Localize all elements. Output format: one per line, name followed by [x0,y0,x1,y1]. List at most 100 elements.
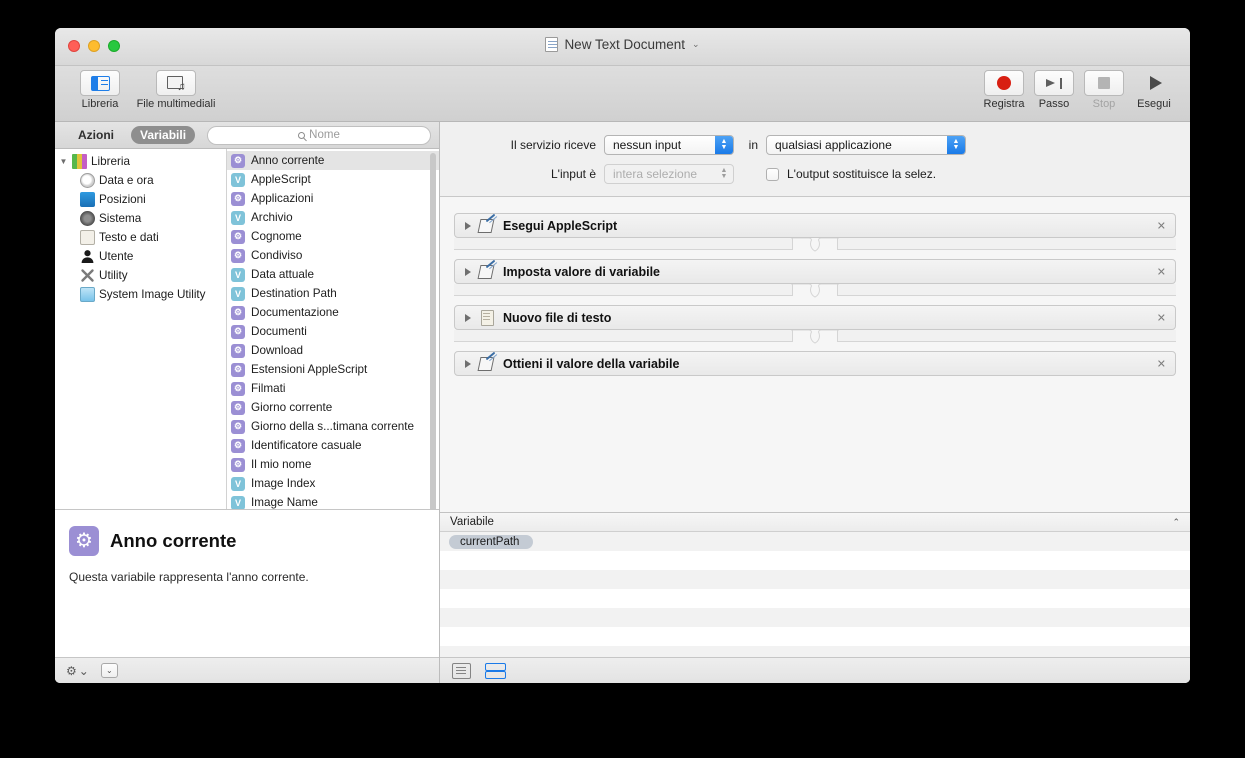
library-tab-bar: Azioni Variabili Nome [55,122,439,149]
close-icon[interactable]: ✕ [1157,311,1166,324]
variable-list-item[interactable]: ⚙ Anno corrente [227,151,439,170]
service-receives-select[interactable]: nessun input ▲ ▼ [604,135,734,155]
media-files-button[interactable] [156,70,196,96]
variable-list-item[interactable]: V Image Index [227,474,439,493]
tree-item-label: Utente [99,250,134,263]
variable-list-item[interactable]: ⚙ Condiviso [227,246,439,265]
disclosure-triangle-icon[interactable] [465,313,471,322]
list-view-icon[interactable] [452,662,471,679]
tab-azioni[interactable]: Azioni [69,126,123,144]
stop-button[interactable] [1084,70,1124,96]
variable-list-item[interactable]: V Image Name [227,493,439,509]
variables-list[interactable]: ⚙ Anno corrente V AppleScript ⚙ Applicazioni V… [227,149,439,509]
variables-panel-rows[interactable]: currentPath [440,532,1190,657]
variable-list-item[interactable]: ⚙ Download [227,341,439,360]
variables-panel-row[interactable] [440,646,1190,657]
variable-list-item[interactable]: ⚙ Documenti [227,322,439,341]
window-body: Azioni Variabili Nome ▼ Libreria Data e … [55,122,1190,683]
variable-info-header: ⚙ Anno corrente [69,526,421,556]
run-button[interactable] [1134,70,1174,96]
library-panel-button[interactable] [80,70,120,96]
window-title-group[interactable]: New Text Document ⌄ [55,37,1190,52]
workflow-action-title: Ottieni il valore della variabile [503,356,680,371]
gear-menu-button[interactable]: ⚙ ⌄ [66,664,89,678]
tree-item-label: Data e ora [99,174,154,187]
gear-icon: ⚙ [231,381,245,396]
record-button[interactable] [984,70,1024,96]
variable-v-icon: V [231,172,245,187]
chevron-up-icon[interactable]: ⌃ [1172,517,1180,528]
run-icon [1149,76,1162,90]
tree-item-data-e-ora[interactable]: Data e ora [55,171,226,190]
disclosure-triangle-icon[interactable] [465,359,471,368]
split-view-icon[interactable] [485,662,506,679]
variable-list-item-label: Identificatore casuale [251,439,362,452]
variable-list-item[interactable]: ⚙ Identificatore casuale [227,436,439,455]
variable-list-item[interactable]: ⚙ Documentazione [227,303,439,322]
variable-list-item[interactable]: V Destination Path [227,284,439,303]
variable-info-title: Anno corrente [110,530,237,551]
workflow-action-header[interactable]: Nuovo file di testo ✕ [454,305,1176,330]
close-icon[interactable]: ✕ [1157,265,1166,278]
step-button[interactable] [1034,70,1074,96]
tree-item-libreria[interactable]: ▼ Libreria [55,152,226,171]
output-replaces-selection-checkbox[interactable] [766,167,779,181]
variable-list-item[interactable]: ⚙ Applicazioni [227,189,439,208]
chevron-down-icon: ⌄ [105,666,113,675]
tree-item-sistema[interactable]: Sistema [55,209,226,228]
workflow-action-header[interactable]: Imposta valore di variabile ✕ [454,259,1176,284]
disclosure-triangle-icon[interactable] [465,221,471,230]
variable-list-item[interactable]: ⚙ Cognome [227,227,439,246]
tree-item-posizioni[interactable]: Posizioni [55,190,226,209]
tree-item-system-image-utility[interactable]: System Image Utility [55,285,226,304]
variable-list-item-label: Download [251,344,303,357]
variables-list-scrollbar[interactable] [430,153,436,509]
output-replaces-selection-label: L'output sostituisce la selez. [787,167,937,181]
tree-item-utility[interactable]: Utility [55,266,226,285]
chevron-down-icon[interactable]: ⌄ [692,39,700,50]
variable-list-item[interactable]: ⚙ Estensioni AppleScript [227,360,439,379]
variable-list-item-label: Documenti [251,325,307,338]
variable-list-item[interactable]: V AppleScript [227,170,439,189]
variable-list-item[interactable]: ⚙ Giorno corrente [227,398,439,417]
workflow-actions-list[interactable]: Esegui AppleScript ✕ Imposta valore di var… [440,197,1190,512]
variable-list-item[interactable]: V Data attuale [227,265,439,284]
workflow-action[interactable]: Ottieni il valore della variabile ✕ [454,351,1176,376]
workflow-action[interactable]: Imposta valore di variabile ✕ [454,259,1176,284]
toolbar-button-library[interactable]: Libreria [69,70,131,110]
disclosure-triangle-icon[interactable] [465,267,471,276]
variables-panel-row[interactable] [440,589,1190,608]
service-in-select[interactable]: qualsiasi applicazione ▲ ▼ [766,135,966,155]
toolbar-button-media[interactable]: File multimediali [133,70,219,110]
toolbar-button-record[interactable]: Registra [980,70,1028,110]
search-input[interactable]: Nome [207,125,431,145]
disclosure-triangle-icon[interactable]: ▼ [59,157,68,166]
toolbar-button-stop[interactable]: Stop [1080,70,1128,110]
gear-icon: ⚙ [231,419,245,434]
variables-panel-row[interactable] [440,608,1190,627]
tab-variabili[interactable]: Variabili [131,126,196,144]
variables-panel-row[interactable] [440,570,1190,589]
tree-item-utente[interactable]: Utente [55,247,226,266]
workflow-action[interactable]: Nuovo file di testo ✕ [454,305,1176,330]
tree-item-testo-e-dati[interactable]: Testo e dati [55,228,226,247]
popover-button[interactable]: ⌄ [100,663,118,678]
variable-list-item[interactable]: ⚙ Giorno della s...timana corrente [227,417,439,436]
variable-token[interactable]: currentPath [449,534,534,549]
variables-panel-row[interactable] [440,551,1190,570]
variable-list-item[interactable]: ⚙ Il mio nome [227,455,439,474]
variable-list-item[interactable]: ⚙ Filmati [227,379,439,398]
close-icon[interactable]: ✕ [1157,219,1166,232]
toolbar-button-step[interactable]: Passo [1030,70,1078,110]
toolbar-button-run[interactable]: Esegui [1130,70,1178,110]
main-toolbar: Libreria File multimediali Registra [55,66,1190,122]
title-bar: New Text Document ⌄ [55,28,1190,66]
workflow-action-header[interactable]: Ottieni il valore della variabile ✕ [454,351,1176,376]
variables-panel-row[interactable] [440,627,1190,646]
variables-panel-row[interactable]: currentPath [440,532,1190,551]
workflow-action-header[interactable]: Esegui AppleScript ✕ [454,213,1176,238]
variable-list-item-label: Cognome [251,230,302,243]
workflow-action[interactable]: Esegui AppleScript ✕ [454,213,1176,238]
variable-list-item[interactable]: V Archivio [227,208,439,227]
close-icon[interactable]: ✕ [1157,357,1166,370]
